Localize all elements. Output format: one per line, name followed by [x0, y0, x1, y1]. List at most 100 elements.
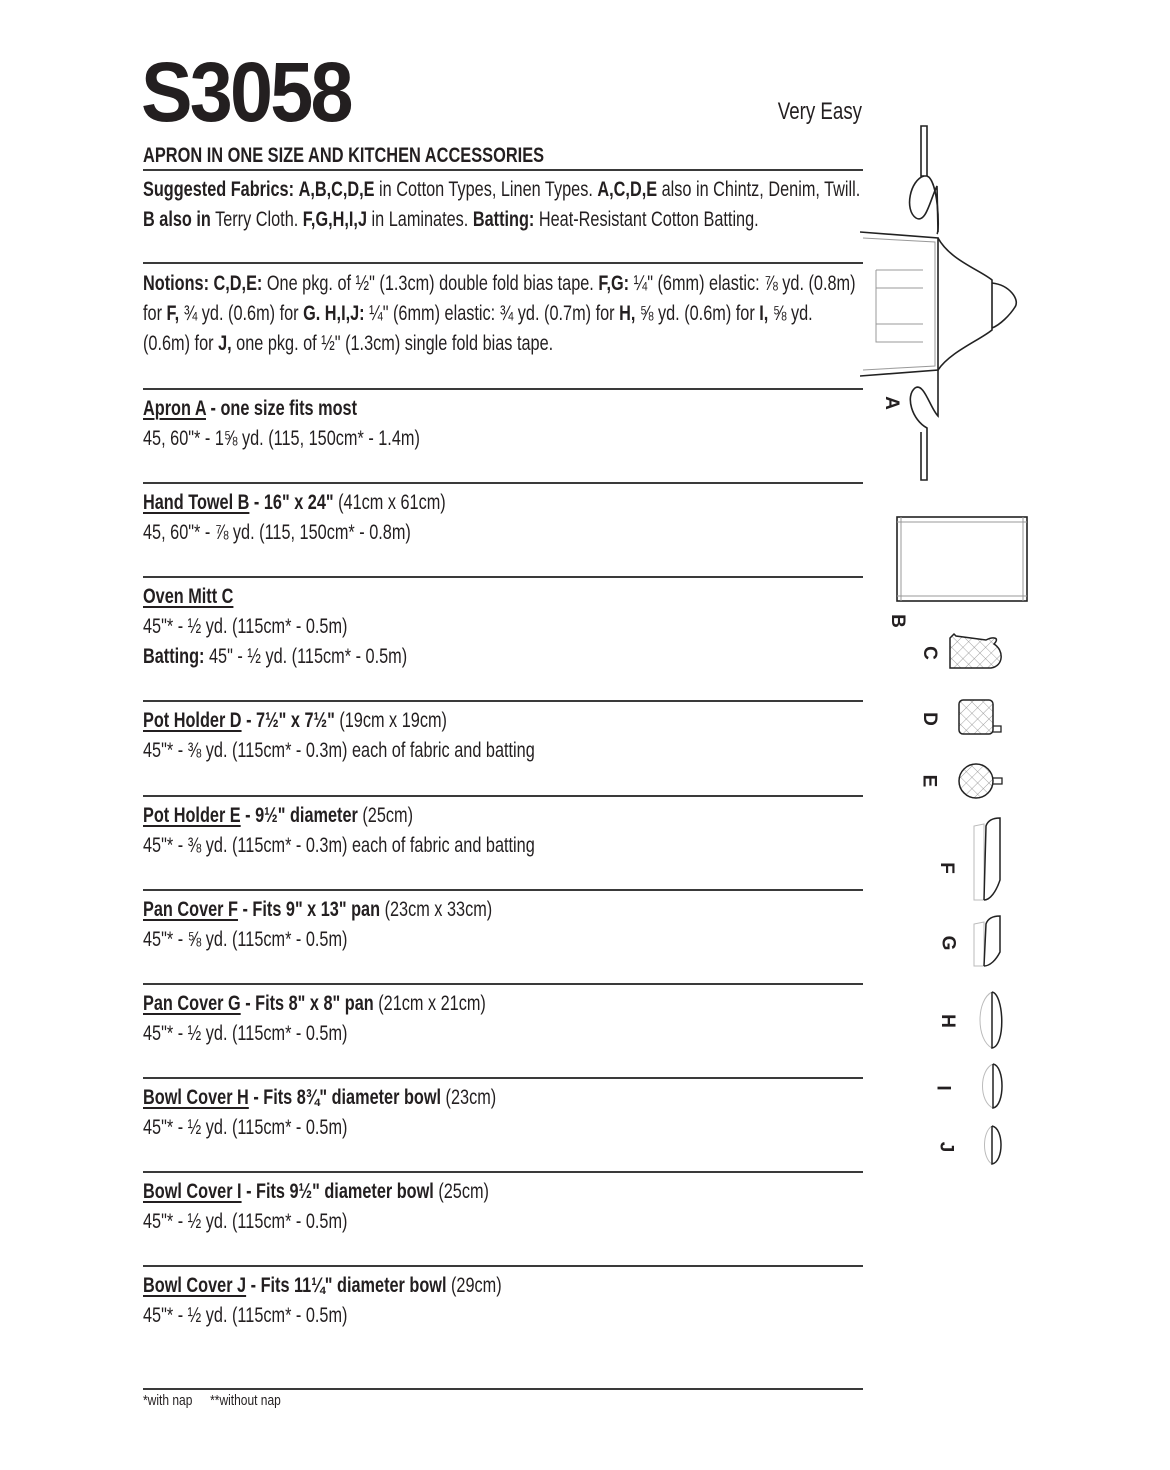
divider — [143, 795, 863, 797]
view-label-c: C — [918, 646, 940, 660]
view-section: Apron A - one size fits most 45, 60"* - 1… — [143, 394, 887, 454]
view-metric: (21cm x 21cm) — [373, 992, 486, 1015]
suggested_fabrics-key: Batting: — [472, 208, 535, 231]
yardage-line: 45"* - ½ yd. (115cm* - 0.5m) — [143, 1304, 348, 1327]
suggested_fabrics-text: in Laminates. — [367, 208, 473, 231]
notions-key: G. H,I,J: — [303, 302, 365, 325]
suggested_fabrics-key: A,C,D,E — [597, 178, 658, 201]
oven-mitt-illustration — [949, 632, 1002, 669]
view-section: Bowl Cover H - Fits 8¾" diameter bowl (2… — [143, 1083, 887, 1143]
view-name: Apron A — [143, 397, 206, 420]
view-name: Bowl Cover H — [143, 1086, 249, 1109]
yardage-line: 45, 60"* - ⅞ yd. (115, 150cm* - 0.8m) — [143, 521, 411, 544]
view-heading: Apron A - one size fits most — [143, 394, 887, 424]
notions-key: J, — [218, 332, 232, 355]
notions-text: ¼" (6mm) elastic: ¾ yd. (0.7m) for — [364, 302, 620, 325]
notions: Notions: C,D,E: One pkg. of ½" (1.3cm) d… — [143, 269, 864, 359]
yardage-line: 45, 60"* - 1⅝ yd. (115, 150cm* - 1.4m) — [143, 427, 420, 450]
view-label-j: J — [935, 1141, 957, 1153]
view-label-b: B — [886, 614, 908, 628]
suggested_fabrics-text: Heat-Resistant Cotton Batting. — [534, 208, 759, 231]
view-heading: Pan Cover G - Fits 8" x 8" pan (21cm x 2… — [143, 989, 887, 1019]
view-label-h: H — [936, 1014, 958, 1028]
notions-key: F, — [166, 302, 180, 325]
view-spec: - Fits 11¼" diameter bowl — [246, 1274, 447, 1297]
view-name: Oven Mitt C — [143, 585, 234, 608]
view-heading: Hand Towel B - 16" x 24" (41cm x 61cm) — [143, 488, 887, 518]
suggested_fabrics-key: A,B,C,D,E — [298, 178, 375, 201]
view-heading: Pot Holder E - 9½" diameter (25cm) — [143, 801, 887, 831]
yardage-line: 45"* - ½ yd. (115cm* - 0.5m) — [143, 615, 348, 638]
view-label-e: E — [918, 774, 940, 788]
hand-towel-illustration — [896, 516, 1028, 602]
product-title: APRON IN ONE SIZE AND KITCHEN ACCESSORIE… — [143, 144, 545, 167]
notions-text: ¾ yd. (0.6m) for — [179, 302, 304, 325]
view-metric: (19cm x 19cm) — [334, 709, 447, 732]
suggested_fabrics-text: in Cotton Types, Linen Types. — [374, 178, 598, 201]
view-section: Pan Cover G - Fits 8" x 8" pan (21cm x 2… — [143, 989, 887, 1049]
suggested_fabrics-key: F,G,H,I,J — [302, 208, 368, 231]
notions-text: one pkg. of ½" (1.3cm) single fold bias … — [231, 332, 554, 355]
view-spec: - one size fits most — [205, 397, 358, 420]
view-spec: - Fits 9" x 13" pan — [237, 898, 381, 921]
yardage-line: 45"* - ½ yd. (115cm* - 0.5m) — [143, 1022, 348, 1045]
divider — [143, 1077, 863, 1079]
notions-text: ⅝ yd. (0.6m) for — [635, 302, 760, 325]
difficulty-rating: Very Easy — [777, 98, 862, 125]
view-section: Hand Towel B - 16" x 24" (41cm x 61cm) 45… — [143, 488, 887, 548]
view-label-a: A — [880, 396, 902, 410]
view-label-d: D — [918, 712, 940, 726]
view-metric: (25cm) — [433, 1180, 489, 1203]
divider — [143, 889, 863, 891]
view-spec: - Fits 8¾" diameter bowl — [248, 1086, 442, 1109]
pan-cover-f-illustration — [973, 817, 1001, 901]
view-name: Bowl Cover I — [143, 1180, 242, 1203]
divider — [143, 983, 863, 985]
view-heading: Pan Cover F - Fits 9" x 13" pan (23cm x … — [143, 895, 887, 925]
view-metric: (25cm) — [357, 804, 414, 827]
yardage-line: 45"* - ⅜ yd. (115cm* - 0.3m) each of fab… — [143, 739, 535, 762]
view-name: Pot Holder D — [143, 709, 242, 732]
view-heading: Bowl Cover I - Fits 9½" diameter bowl (2… — [143, 1177, 887, 1207]
apron-illustration — [860, 125, 1017, 481]
bowl-cover-j-illustration — [984, 1125, 1002, 1165]
view-heading: Pot Holder D - 7½" x 7½" (19cm x 19cm) — [143, 706, 887, 736]
divider — [143, 1388, 863, 1390]
view-section: Pan Cover F - Fits 9" x 13" pan (23cm x … — [143, 895, 887, 955]
view-spec: - 16" x 24" — [249, 491, 334, 514]
view-section: Bowl Cover I - Fits 9½" diameter bowl (2… — [143, 1177, 887, 1237]
batting-line: Batting: 45" - ½ yd. (115cm* - 0.5m) — [143, 642, 887, 672]
view-metric: (41cm x 61cm) — [333, 491, 446, 514]
view-section: Pot Holder D - 7½" x 7½" (19cm x 19cm) 45… — [143, 706, 887, 766]
divider — [143, 700, 863, 702]
yardage-line: 45"* - ½ yd. (115cm* - 0.5m) — [143, 1116, 348, 1139]
view-section: Oven Mitt C 45"* - ½ yd. (115cm* - 0.5m) B… — [143, 582, 887, 672]
yardage-line: 45"* - ⅝ yd. (115cm* - 0.5m) — [143, 928, 348, 951]
view-spec: - Fits 8" x 8" pan — [240, 992, 374, 1015]
footnote: *with nap **without nap — [143, 1392, 281, 1409]
view-section: Bowl Cover J - Fits 11¼" diameter bowl (… — [143, 1271, 887, 1331]
view-metric: (23cm x 33cm) — [380, 898, 493, 921]
divider — [143, 169, 863, 171]
suggested_fabrics-text: Terry Cloth. — [210, 208, 303, 231]
view-name: Hand Towel B — [143, 491, 250, 514]
view-label-i: I — [932, 1085, 954, 1091]
divider — [143, 262, 863, 264]
view-section: Pot Holder E - 9½" diameter (25cm) 45"* -… — [143, 801, 887, 861]
pot-holder-e-illustration — [958, 763, 1003, 799]
view-heading: Bowl Cover H - Fits 8¾" diameter bowl (2… — [143, 1083, 887, 1113]
view-name: Pan Cover F — [143, 898, 238, 921]
without-nap-note: **without nap — [210, 1392, 281, 1409]
view-metric: (29cm) — [446, 1274, 502, 1297]
pot-holder-d-illustration — [958, 699, 1002, 735]
yardage-line: 45"* - ⅜ yd. (115cm* - 0.3m) each of fab… — [143, 834, 535, 857]
notions-text: One pkg. of ½" (1.3cm) double fold bias … — [262, 272, 599, 295]
divider — [143, 482, 863, 484]
bowl-cover-i-illustration — [982, 1063, 1003, 1109]
yardage-line: 45"* - ½ yd. (115cm* - 0.5m) — [143, 1210, 348, 1233]
notions-key: F,G: — [598, 272, 630, 295]
notions-key: I, — [759, 302, 769, 325]
divider — [143, 1265, 863, 1267]
divider — [143, 388, 863, 390]
view-spec: - 9½" diameter — [240, 804, 358, 827]
